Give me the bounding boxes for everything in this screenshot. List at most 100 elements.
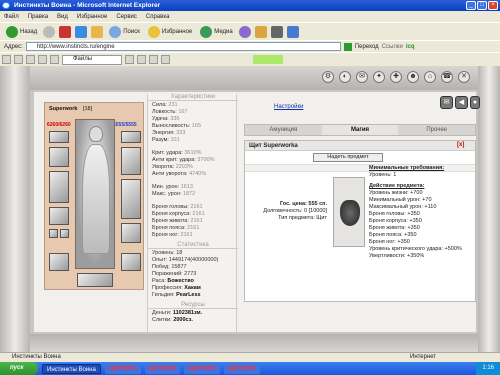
exit-icon[interactable]: ✕ — [458, 71, 470, 83]
requirement-level: Уровень: 1 — [369, 172, 397, 178]
go-button[interactable]: Переход — [355, 44, 379, 50]
taskbar-item[interactable]: ЦЕНЗУРА — [224, 363, 260, 374]
amulet-slot[interactable] — [49, 131, 69, 143]
mod-row: Анти крит. удара: 3700% — [152, 157, 215, 163]
heal-icon[interactable]: ✚ — [390, 71, 402, 83]
print-icon[interactable] — [270, 25, 283, 38]
item-info: Гос. цена: 555 сп. Долговечность: 0 [100… — [247, 201, 327, 222]
settings-link[interactable]: Настройки — [274, 104, 303, 110]
weapon-slot[interactable] — [49, 147, 69, 167]
effect-row: Броня ног: +350 — [369, 239, 410, 245]
toolbar-icon[interactable] — [38, 55, 47, 64]
armor-slot[interactable] — [49, 171, 69, 203]
close-button[interactable]: × — [488, 1, 498, 10]
back-icon[interactable]: ◀ — [455, 96, 468, 109]
refresh-icon[interactable] — [75, 25, 88, 38]
effect-row: Уровень жизни: +700 — [369, 190, 423, 196]
mail-icon[interactable]: ✉ — [440, 96, 453, 109]
game-page: ⚙ ◐ ✉ ✦ ✚ ☻ ⌂ ☎ ✕ Superwork [18] 6260/62… — [0, 66, 500, 352]
clock: 1:16 — [476, 362, 500, 375]
character-header: Superwork [18] — [49, 106, 141, 112]
files-dropdown[interactable]: Файлы — [62, 54, 122, 65]
armor-row: Броня головы: 2161 — [152, 204, 203, 210]
chat-icon[interactable]: ☎ — [441, 71, 453, 83]
settings-icon[interactable]: ⚙ — [322, 71, 334, 83]
toolbar-icon[interactable] — [14, 55, 23, 64]
tab-ammunition[interactable]: Амуниция — [245, 125, 322, 135]
media-button[interactable]: Медиа — [198, 25, 234, 38]
resource-row: Деньги: 1102381зм. — [152, 310, 203, 316]
search-button[interactable]: Поиск — [107, 25, 142, 38]
item-image — [333, 177, 365, 247]
go-arrow-icon[interactable] — [343, 42, 352, 51]
shield-slot[interactable] — [121, 147, 141, 175]
favorites-button[interactable]: Избранное — [146, 25, 194, 38]
menu-view[interactable]: Вид — [57, 14, 68, 20]
requirements-title: Минимальные требования: — [369, 165, 445, 171]
equip-button[interactable]: Надеть предмет — [313, 153, 383, 162]
bracers-slot[interactable] — [121, 179, 141, 219]
menu-edit[interactable]: Правка — [28, 14, 48, 20]
pants-slot[interactable] — [121, 223, 141, 243]
frame-right — [478, 66, 500, 352]
edit-icon[interactable] — [286, 25, 299, 38]
star-icon — [147, 25, 160, 38]
ring-slot[interactable] — [60, 229, 69, 238]
stats-panel: Характеристики Сила: 231 Ловкость: 167 У… — [147, 94, 238, 332]
tab-other[interactable]: Прочее — [398, 125, 475, 135]
effect-row: Броня живота: +350 — [369, 225, 420, 231]
magic-icon[interactable]: ✦ — [373, 71, 385, 83]
item-close-button[interactable]: [x] — [457, 142, 464, 148]
toolbar-icon[interactable] — [2, 55, 11, 64]
toolbar-icon[interactable] — [26, 55, 35, 64]
icq-button[interactable]: icq — [406, 44, 415, 50]
home-icon[interactable] — [91, 25, 104, 38]
character-icon[interactable]: ☻ — [407, 71, 419, 83]
hp-value: 6260/6260 — [47, 122, 71, 128]
tab-magic[interactable]: Магия — [321, 125, 399, 135]
menu-tools[interactable]: Сервис — [116, 14, 137, 20]
menu-file[interactable]: Файл — [4, 14, 19, 20]
boots-slot[interactable] — [77, 273, 113, 287]
belt-slot[interactable] — [49, 207, 69, 225]
character-level: [18] — [82, 106, 93, 112]
helmet-slot[interactable] — [121, 131, 141, 143]
start-button[interactable]: пуск — [0, 362, 38, 375]
address-input[interactable]: http://www.instincts.ru/engine — [25, 42, 341, 51]
frame-top: ⚙ ◐ ✉ ✦ ✚ ☻ ⌂ ☎ ✕ — [30, 66, 478, 90]
mail-icon[interactable]: ✉ — [356, 71, 368, 83]
media-icon — [200, 25, 213, 38]
refresh-icon[interactable]: ● — [470, 96, 480, 109]
minimize-button[interactable]: _ — [466, 1, 476, 10]
boots-slot[interactable] — [121, 253, 141, 271]
toolbar-icon[interactable] — [149, 55, 158, 64]
info-row: Раса: Божество — [152, 278, 194, 284]
toolbar-icon[interactable] — [161, 55, 170, 64]
gloves-slot[interactable] — [49, 253, 69, 271]
inventory-panel: Настройки ✉ ◀ ● Амуниция Магия Прочее Щи… — [244, 94, 480, 332]
character-name[interactable]: Superwork — [49, 106, 77, 112]
taskbar-item[interactable]: ЦЕНЗУРА — [184, 363, 221, 374]
toolbar-icon[interactable] — [137, 55, 146, 64]
forward-arrow-icon[interactable] — [43, 25, 56, 38]
info-row: Опыт: 1449174(40000000) — [152, 257, 219, 263]
history-icon[interactable] — [238, 25, 251, 38]
taskbar-item[interactable]: ЦЕНЗУРА — [104, 363, 141, 374]
menu-favorites[interactable]: Избранное — [77, 14, 107, 20]
taskbar-item[interactable]: Инстинкты Воина — [42, 363, 101, 374]
home-icon[interactable]: ⌂ — [424, 71, 436, 83]
menu-help[interactable]: Справка — [146, 14, 170, 20]
info-row: Уровень: 18 — [152, 250, 183, 256]
ring-slot[interactable] — [49, 229, 58, 238]
toolbar-icon[interactable] — [50, 55, 59, 64]
map-icon[interactable]: ◐ — [339, 71, 351, 83]
links-label[interactable]: Ссылки — [382, 44, 403, 50]
back-button[interactable]: Назад — [4, 25, 39, 38]
maximize-button[interactable]: □ — [477, 1, 487, 10]
mail-icon[interactable] — [254, 25, 267, 38]
taskbar-item[interactable]: ЦЕНЗУРА — [144, 363, 181, 374]
status-text: Инстинкты Воина — [12, 354, 61, 360]
stop-icon[interactable] — [59, 25, 72, 38]
toolbar-icon[interactable] — [125, 55, 134, 64]
info-row: Поражений: 2773 — [152, 271, 197, 277]
